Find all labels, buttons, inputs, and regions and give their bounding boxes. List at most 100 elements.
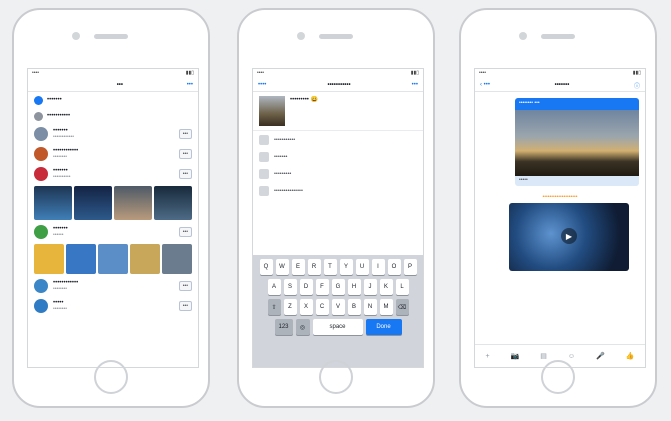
compose-area[interactable]: ••••••••• 😀: [253, 92, 423, 131]
numbers-key[interactable]: 123: [274, 319, 293, 335]
cancel-button[interactable]: ••••: [258, 82, 266, 88]
phone-frame-1: •••• ▮▮▯ ••• ••• ••••••• ••••••••••• •••…: [12, 8, 210, 408]
option-row[interactable]: •••••••••: [253, 165, 423, 182]
option-icon: [259, 168, 269, 179]
key[interactable]: C: [315, 299, 329, 315]
keyboard-row-3: ⇧ Z X C V B N M ⌫: [256, 299, 420, 315]
key[interactable]: L: [395, 279, 409, 295]
key[interactable]: V: [331, 299, 345, 315]
key[interactable]: N: [363, 299, 377, 315]
sticker-image[interactable]: [98, 244, 128, 274]
key[interactable]: A: [267, 279, 281, 295]
key[interactable]: E: [291, 259, 305, 275]
option-label: •••••••••••••••: [274, 187, 303, 194]
option-row[interactable]: •••••••: [253, 148, 423, 165]
list-item[interactable]: ••••• •••••••• •••: [28, 296, 198, 316]
globe-icon[interactable]: ◎: [295, 319, 310, 335]
backspace-key[interactable]: ⌫: [395, 299, 409, 315]
list-item[interactable]: •••••••••••• •••••••• •••: [28, 144, 198, 164]
menu-item-1[interactable]: •••••••: [28, 92, 198, 108]
key[interactable]: F: [315, 279, 329, 295]
home-button[interactable]: [541, 360, 575, 394]
menu-icon: [34, 95, 43, 105]
nav-right-button[interactable]: •••: [187, 82, 193, 88]
phone-frame-3: •••• ▮▮▯ ‹ ••• ••••••• ⓘ •••••••• ••• ••…: [459, 8, 657, 408]
key[interactable]: J: [363, 279, 377, 295]
status-right: ▮▮▯: [185, 70, 194, 76]
action-button[interactable]: •••: [178, 301, 192, 311]
nav-bar: •••• ••••••••••• •••: [253, 79, 423, 92]
tile-image[interactable]: [154, 186, 192, 220]
space-key[interactable]: space: [312, 319, 363, 335]
done-key[interactable]: Done: [365, 319, 402, 335]
key[interactable]: S: [283, 279, 297, 295]
option-label: •••••••••: [274, 170, 292, 177]
action-button[interactable]: •••: [178, 281, 192, 291]
emoji-icon[interactable]: ☺: [568, 353, 575, 360]
shift-key[interactable]: ⇧: [267, 299, 281, 315]
sticker-image[interactable]: [34, 244, 64, 274]
video-message[interactable]: ▶: [509, 203, 629, 271]
mic-icon[interactable]: 🎤: [596, 352, 605, 360]
key[interactable]: Z: [283, 299, 297, 315]
camera-icon[interactable]: 📷: [511, 352, 520, 360]
key[interactable]: U: [355, 259, 369, 275]
key[interactable]: Q: [259, 259, 273, 275]
key[interactable]: P: [403, 259, 417, 275]
key[interactable]: W: [275, 259, 289, 275]
key[interactable]: T: [323, 259, 337, 275]
list-item[interactable]: ••••••• •••••• •••: [28, 222, 198, 242]
shared-photo-card[interactable]: •••••••• ••• •••••: [515, 98, 639, 186]
option-label: •••••••••••: [274, 136, 296, 143]
play-icon[interactable]: ▶: [561, 228, 577, 244]
action-button[interactable]: •••: [178, 149, 192, 159]
key[interactable]: Y: [339, 259, 353, 275]
tile-image[interactable]: [74, 186, 112, 220]
avatar: [34, 279, 48, 293]
key[interactable]: G: [331, 279, 345, 295]
key[interactable]: D: [299, 279, 313, 295]
action-button[interactable]: •••: [178, 227, 192, 237]
option-row[interactable]: •••••••••••••••: [253, 182, 423, 199]
info-icon[interactable]: ⓘ: [634, 81, 640, 90]
key[interactable]: B: [347, 299, 361, 315]
key[interactable]: I: [371, 259, 385, 275]
compose-text[interactable]: ••••••••• 😀: [290, 96, 318, 126]
key[interactable]: K: [379, 279, 393, 295]
like-icon[interactable]: 👍: [626, 352, 635, 360]
key[interactable]: H: [347, 279, 361, 295]
status-bar: •••• ▮▮▯: [475, 69, 645, 79]
list-item[interactable]: ••••••• •••••••••••• •••: [28, 124, 198, 144]
action-button[interactable]: •••: [178, 129, 192, 139]
gallery-icon[interactable]: ▤: [540, 352, 547, 360]
home-button[interactable]: [319, 360, 353, 394]
key[interactable]: M: [379, 299, 393, 315]
post-button[interactable]: •••: [412, 82, 418, 88]
tile-image[interactable]: [114, 186, 152, 220]
key[interactable]: X: [299, 299, 313, 315]
option-row[interactable]: •••••••••••: [253, 131, 423, 148]
back-button[interactable]: ‹ •••: [480, 82, 490, 88]
home-button[interactable]: [94, 360, 128, 394]
action-button[interactable]: •••: [178, 169, 192, 179]
chat-note: ••••••••••••••••••••: [542, 194, 578, 200]
sticker-image[interactable]: [130, 244, 160, 274]
key[interactable]: O: [387, 259, 401, 275]
sticker-image[interactable]: [162, 244, 192, 274]
item-subtitle: ••••••: [53, 232, 64, 238]
keyboard-row-1: Q W E R T Y U I O P: [256, 259, 420, 275]
add-icon[interactable]: +: [485, 353, 489, 360]
camera-dot: [519, 32, 527, 40]
photo-thumbnail[interactable]: [259, 96, 285, 126]
key[interactable]: R: [307, 259, 321, 275]
item-subtitle: ••••••••••: [53, 174, 71, 180]
keyboard: Q W E R T Y U I O P A S D F G H J K L ⇧ …: [253, 255, 423, 367]
list-item[interactable]: •••••••••••• •••••••• •••: [28, 276, 198, 296]
tile-image[interactable]: [34, 186, 72, 220]
screen-compose: •••• ▮▮▯ •••• ••••••••••• ••• ••••••••• …: [252, 68, 424, 368]
sticker-image[interactable]: [66, 244, 96, 274]
sunset-photo[interactable]: [515, 110, 639, 176]
list-item[interactable]: ••••••• •••••••••• •••: [28, 164, 198, 184]
camera-dot: [72, 32, 80, 40]
menu-item-2[interactable]: •••••••••••: [28, 108, 198, 124]
